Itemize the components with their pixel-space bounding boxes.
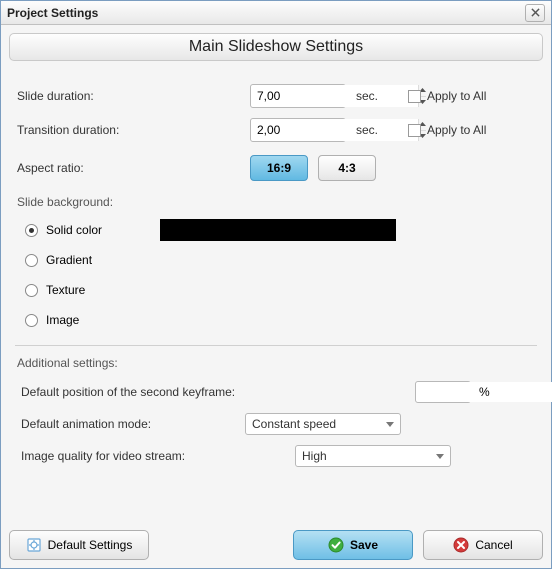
keyframe-label: Default position of the second keyframe: (15, 385, 415, 399)
transition-duration-unit: sec. (346, 123, 392, 137)
background-gradient-row[interactable]: Gradient (15, 245, 537, 275)
cancel-button[interactable]: Cancel (423, 530, 543, 560)
project-settings-dialog: Project Settings Main Slideshow Settings… (0, 0, 552, 569)
chevron-down-icon (386, 422, 394, 427)
divider (15, 345, 537, 346)
close-button[interactable] (525, 4, 545, 22)
slide-duration-apply-all[interactable]: Apply to All (408, 89, 486, 103)
keyframe-input[interactable] (415, 381, 471, 403)
quality-label: Image quality for video stream: (15, 449, 295, 463)
aspect-ratio-16-9-button[interactable]: 16:9 (250, 155, 308, 181)
transition-duration-row: Transition duration: sec. Apply to All (15, 113, 537, 147)
dialog-footer: Default Settings Save Cancel (1, 522, 551, 568)
radio-image[interactable] (25, 314, 38, 327)
anim-mode-select[interactable]: Constant speed (245, 413, 401, 435)
cancel-label: Cancel (475, 538, 512, 552)
close-icon (531, 8, 540, 17)
anim-mode-value: Constant speed (252, 417, 386, 431)
chevron-down-icon (436, 454, 444, 459)
transition-duration-apply-all[interactable]: Apply to All (408, 123, 486, 137)
anim-mode-label: Default animation mode: (15, 417, 245, 431)
save-label: Save (350, 538, 378, 552)
apply-all-label: Apply to All (427, 123, 486, 137)
background-solid-row[interactable]: Solid color (15, 215, 537, 245)
aspect-ratio-label: Aspect ratio: (15, 161, 250, 175)
slide-duration-input[interactable] (250, 84, 346, 108)
background-option-label: Texture (46, 283, 85, 297)
quality-value: High (302, 449, 436, 463)
aspect-ratio-row: Aspect ratio: 16:9 4:3 (15, 151, 537, 185)
quality-row: Image quality for video stream: High (15, 440, 537, 472)
slide-duration-label: Slide duration: (15, 89, 250, 103)
transition-duration-field[interactable] (251, 119, 418, 141)
slide-duration-unit: sec. (346, 89, 392, 103)
settings-icon (26, 537, 42, 553)
checkbox-icon[interactable] (408, 124, 421, 137)
anim-mode-row: Default animation mode: Constant speed (15, 408, 537, 440)
background-option-label: Image (46, 313, 79, 327)
keyframe-row: Default position of the second keyframe:… (15, 376, 537, 408)
default-settings-label: Default Settings (48, 538, 133, 552)
checkbox-icon[interactable] (408, 90, 421, 103)
background-texture-row[interactable]: Texture (15, 275, 537, 305)
background-option-label: Gradient (46, 253, 92, 267)
titlebar: Project Settings (1, 1, 551, 25)
radio-solid[interactable] (25, 224, 38, 237)
radio-gradient[interactable] (25, 254, 38, 267)
background-option-label: Solid color (46, 223, 102, 237)
radio-texture[interactable] (25, 284, 38, 297)
keyframe-unit: % (471, 385, 490, 399)
slide-duration-field[interactable] (251, 85, 418, 107)
quality-select[interactable]: High (295, 445, 451, 467)
checkmark-icon (328, 537, 344, 553)
section-heading: Main Slideshow Settings (9, 33, 543, 61)
default-settings-button[interactable]: Default Settings (9, 530, 149, 560)
background-color-swatch[interactable] (160, 219, 396, 241)
slide-background-label: Slide background: (17, 195, 537, 209)
window-title: Project Settings (7, 6, 98, 20)
background-image-row[interactable]: Image (15, 305, 537, 335)
cancel-icon (453, 537, 469, 553)
transition-duration-input[interactable] (250, 118, 346, 142)
slide-duration-row: Slide duration: sec. Apply to All (15, 79, 537, 113)
additional-settings-label: Additional settings: (17, 356, 537, 370)
transition-duration-label: Transition duration: (15, 123, 250, 137)
apply-all-label: Apply to All (427, 89, 486, 103)
aspect-ratio-4-3-button[interactable]: 4:3 (318, 155, 376, 181)
save-button[interactable]: Save (293, 530, 413, 560)
